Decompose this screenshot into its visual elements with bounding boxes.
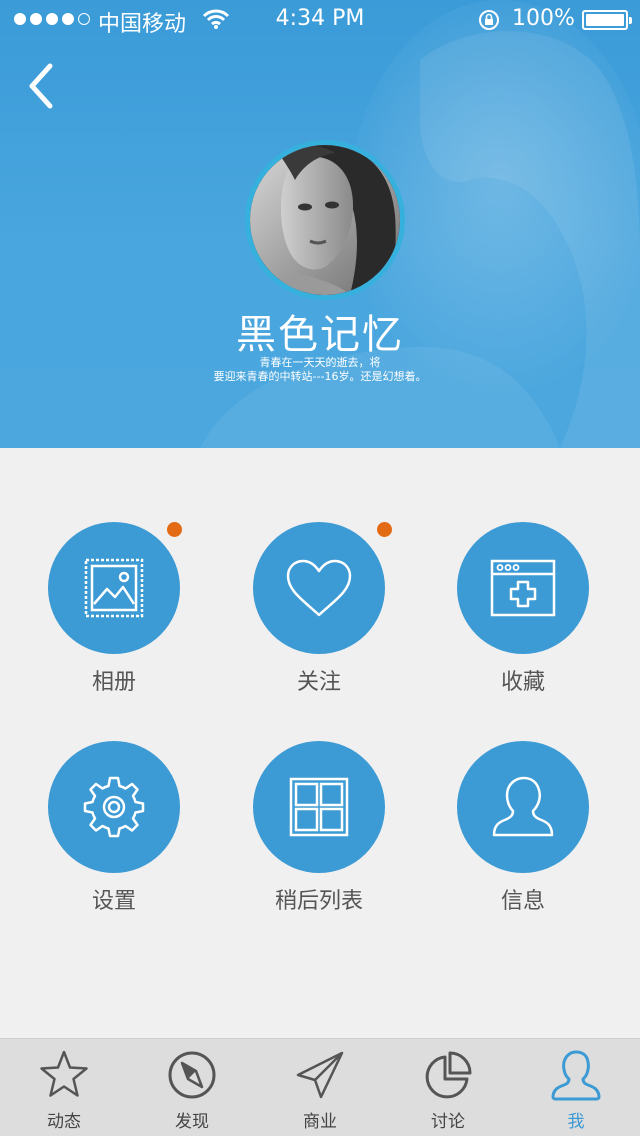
- profile-header: 中国移动 4:34 PM 100% 黑色记忆 青春在一天天的逝去，将 要迎来青春…: [0, 0, 640, 448]
- user-icon: [492, 776, 554, 837]
- person-icon: [551, 1050, 601, 1101]
- tab-me[interactable]: 我: [512, 1039, 640, 1136]
- info-button[interactable]: [457, 741, 589, 873]
- tab-feed[interactable]: 动态: [0, 1039, 128, 1136]
- tab-label-me: 我: [567, 1112, 585, 1132]
- album-button[interactable]: [48, 522, 180, 654]
- rotation-lock-icon: [479, 10, 499, 30]
- star-icon: [40, 1050, 88, 1097]
- battery-icon: [582, 10, 632, 30]
- favorites-button[interactable]: [457, 522, 589, 654]
- read-later-button[interactable]: [253, 741, 385, 873]
- grid-item-album[interactable]: 相册: [14, 522, 214, 722]
- add-window-icon: [490, 559, 556, 617]
- bio-line-2: 要迎来青春的中转站---16岁。还是幻想着。: [213, 370, 427, 383]
- album-icon: [84, 558, 144, 618]
- follow-button[interactable]: [253, 522, 385, 654]
- tab-label-feed: 动态: [47, 1112, 81, 1132]
- settings-button[interactable]: [48, 741, 180, 873]
- bio-line-1: 青春在一天天的逝去，将: [259, 356, 381, 369]
- tab-label-business: 商业: [303, 1112, 337, 1132]
- grid-label-info: 信息: [500, 889, 545, 914]
- profile-bio: 青春在一天天的逝去，将 要迎来青春的中转站---16岁。还是幻想着。: [0, 356, 640, 384]
- grid-item-follow[interactable]: 关注: [219, 522, 419, 722]
- grid-label-album: 相册: [91, 670, 136, 695]
- gear-icon: [83, 776, 145, 838]
- tab-business[interactable]: 商业: [256, 1039, 384, 1136]
- pie-chart-icon: [425, 1051, 472, 1099]
- tab-bar: 动态 发现 商业 讨论 我: [0, 1038, 640, 1136]
- grid-label-read-later: 稍后列表: [274, 889, 363, 914]
- tab-label-discover: 发现: [175, 1112, 209, 1132]
- grid-item-settings[interactable]: 设置: [14, 741, 214, 941]
- notification-badge: [167, 522, 182, 537]
- heart-icon: [286, 559, 352, 617]
- profile-name: 黑色记忆: [236, 312, 404, 358]
- back-button[interactable]: [20, 58, 60, 114]
- tab-label-discuss: 讨论: [431, 1112, 465, 1132]
- notification-badge: [377, 522, 392, 537]
- grid-item-read-later[interactable]: 稍后列表: [219, 741, 419, 941]
- tab-discover[interactable]: 发现: [128, 1039, 256, 1136]
- compass-icon: [168, 1051, 216, 1099]
- tab-discuss[interactable]: 讨论: [384, 1039, 512, 1136]
- grid-icon: [289, 777, 349, 837]
- avatar[interactable]: [245, 140, 405, 300]
- status-bar: 中国移动 4:34 PM 100%: [0, 0, 640, 40]
- grid-label-favorites: 收藏: [500, 670, 545, 695]
- avatar-photo: [250, 145, 400, 295]
- grid-item-favorites[interactable]: 收藏: [423, 522, 623, 722]
- grid-label-follow: 关注: [296, 670, 341, 695]
- grid-item-info[interactable]: 信息: [423, 741, 623, 941]
- battery-percent: 100%: [512, 6, 575, 31]
- paper-plane-icon: [296, 1051, 344, 1099]
- grid-label-settings: 设置: [91, 889, 136, 914]
